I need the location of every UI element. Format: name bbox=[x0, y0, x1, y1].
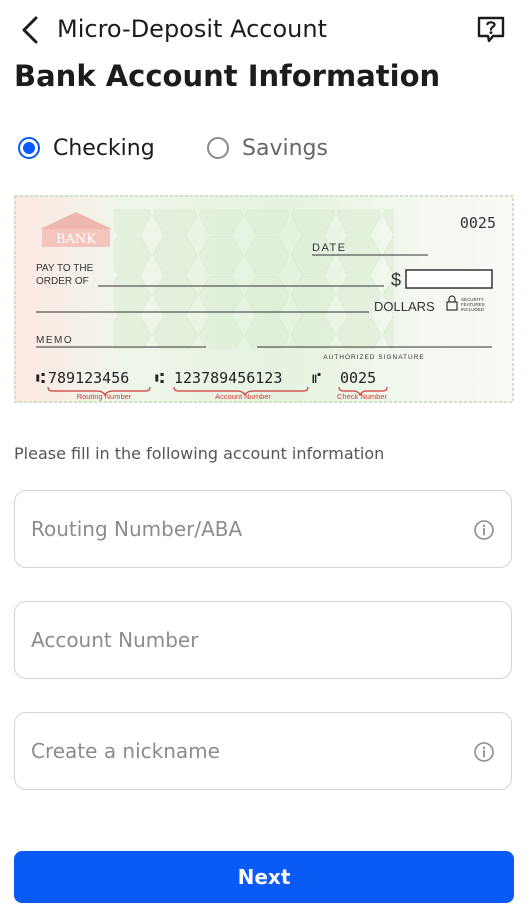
help-button[interactable] bbox=[476, 15, 506, 43]
dollar-sign: $ bbox=[391, 270, 401, 290]
date-label: DATE bbox=[312, 242, 347, 254]
page-title: Bank Account Information bbox=[14, 59, 441, 93]
routing-number-caption: Routing Number bbox=[77, 392, 132, 401]
info-icon[interactable] bbox=[473, 519, 495, 541]
micr-transit-symbol-2: ⑆ bbox=[155, 369, 164, 387]
account-number-field[interactable] bbox=[14, 601, 512, 679]
bank-logo-text: BANK bbox=[56, 232, 96, 247]
header-bar: Micro-Deposit Account bbox=[0, 0, 526, 58]
micr-transit-symbol-1: ⑆ bbox=[36, 369, 45, 387]
radio-savings[interactable]: Savings bbox=[207, 132, 328, 164]
radio-selected-icon bbox=[18, 137, 40, 159]
account-number-caption: Account Number bbox=[215, 392, 271, 401]
radio-unselected-icon bbox=[207, 137, 229, 159]
security-text-3: INCLUDED bbox=[461, 307, 485, 312]
micr-account-number: 123789456123 bbox=[174, 369, 282, 387]
chevron-left-icon bbox=[22, 16, 38, 44]
dollars-label: DOLLARS bbox=[374, 299, 435, 314]
back-button[interactable] bbox=[14, 12, 50, 48]
nav-title: Micro-Deposit Account bbox=[57, 15, 327, 43]
sample-check-image: BANK 0025 DATE PAY TO THE ORDER OF $ DOL… bbox=[14, 195, 514, 403]
micr-onus-symbol: ⑈ bbox=[312, 369, 321, 387]
check-number-label: 0025 bbox=[460, 214, 496, 232]
next-button[interactable]: Next bbox=[14, 851, 514, 903]
check-number-caption: Check Number bbox=[337, 392, 388, 401]
micr-check-number: 0025 bbox=[340, 369, 376, 387]
pay-to-label-1: PAY TO THE bbox=[36, 263, 94, 274]
pay-to-label-2: ORDER OF bbox=[36, 276, 89, 287]
nickname-field[interactable] bbox=[14, 712, 512, 790]
radio-checking-label: Checking bbox=[53, 135, 155, 161]
radio-savings-label: Savings bbox=[242, 135, 328, 161]
instruction-text: Please fill in the following account inf… bbox=[14, 444, 385, 463]
authorized-signature-label: AUTHORIZED SIGNATURE bbox=[323, 354, 425, 361]
memo-label: MEMO bbox=[36, 335, 73, 346]
routing-number-input[interactable] bbox=[31, 491, 461, 567]
radio-checking[interactable]: Checking bbox=[18, 132, 155, 164]
account-number-input[interactable] bbox=[31, 602, 461, 678]
info-icon[interactable] bbox=[473, 741, 495, 763]
question-box-icon bbox=[477, 16, 505, 43]
nickname-input[interactable] bbox=[31, 713, 461, 789]
micr-routing-number: 789123456 bbox=[48, 369, 129, 387]
routing-number-field[interactable] bbox=[14, 490, 512, 568]
